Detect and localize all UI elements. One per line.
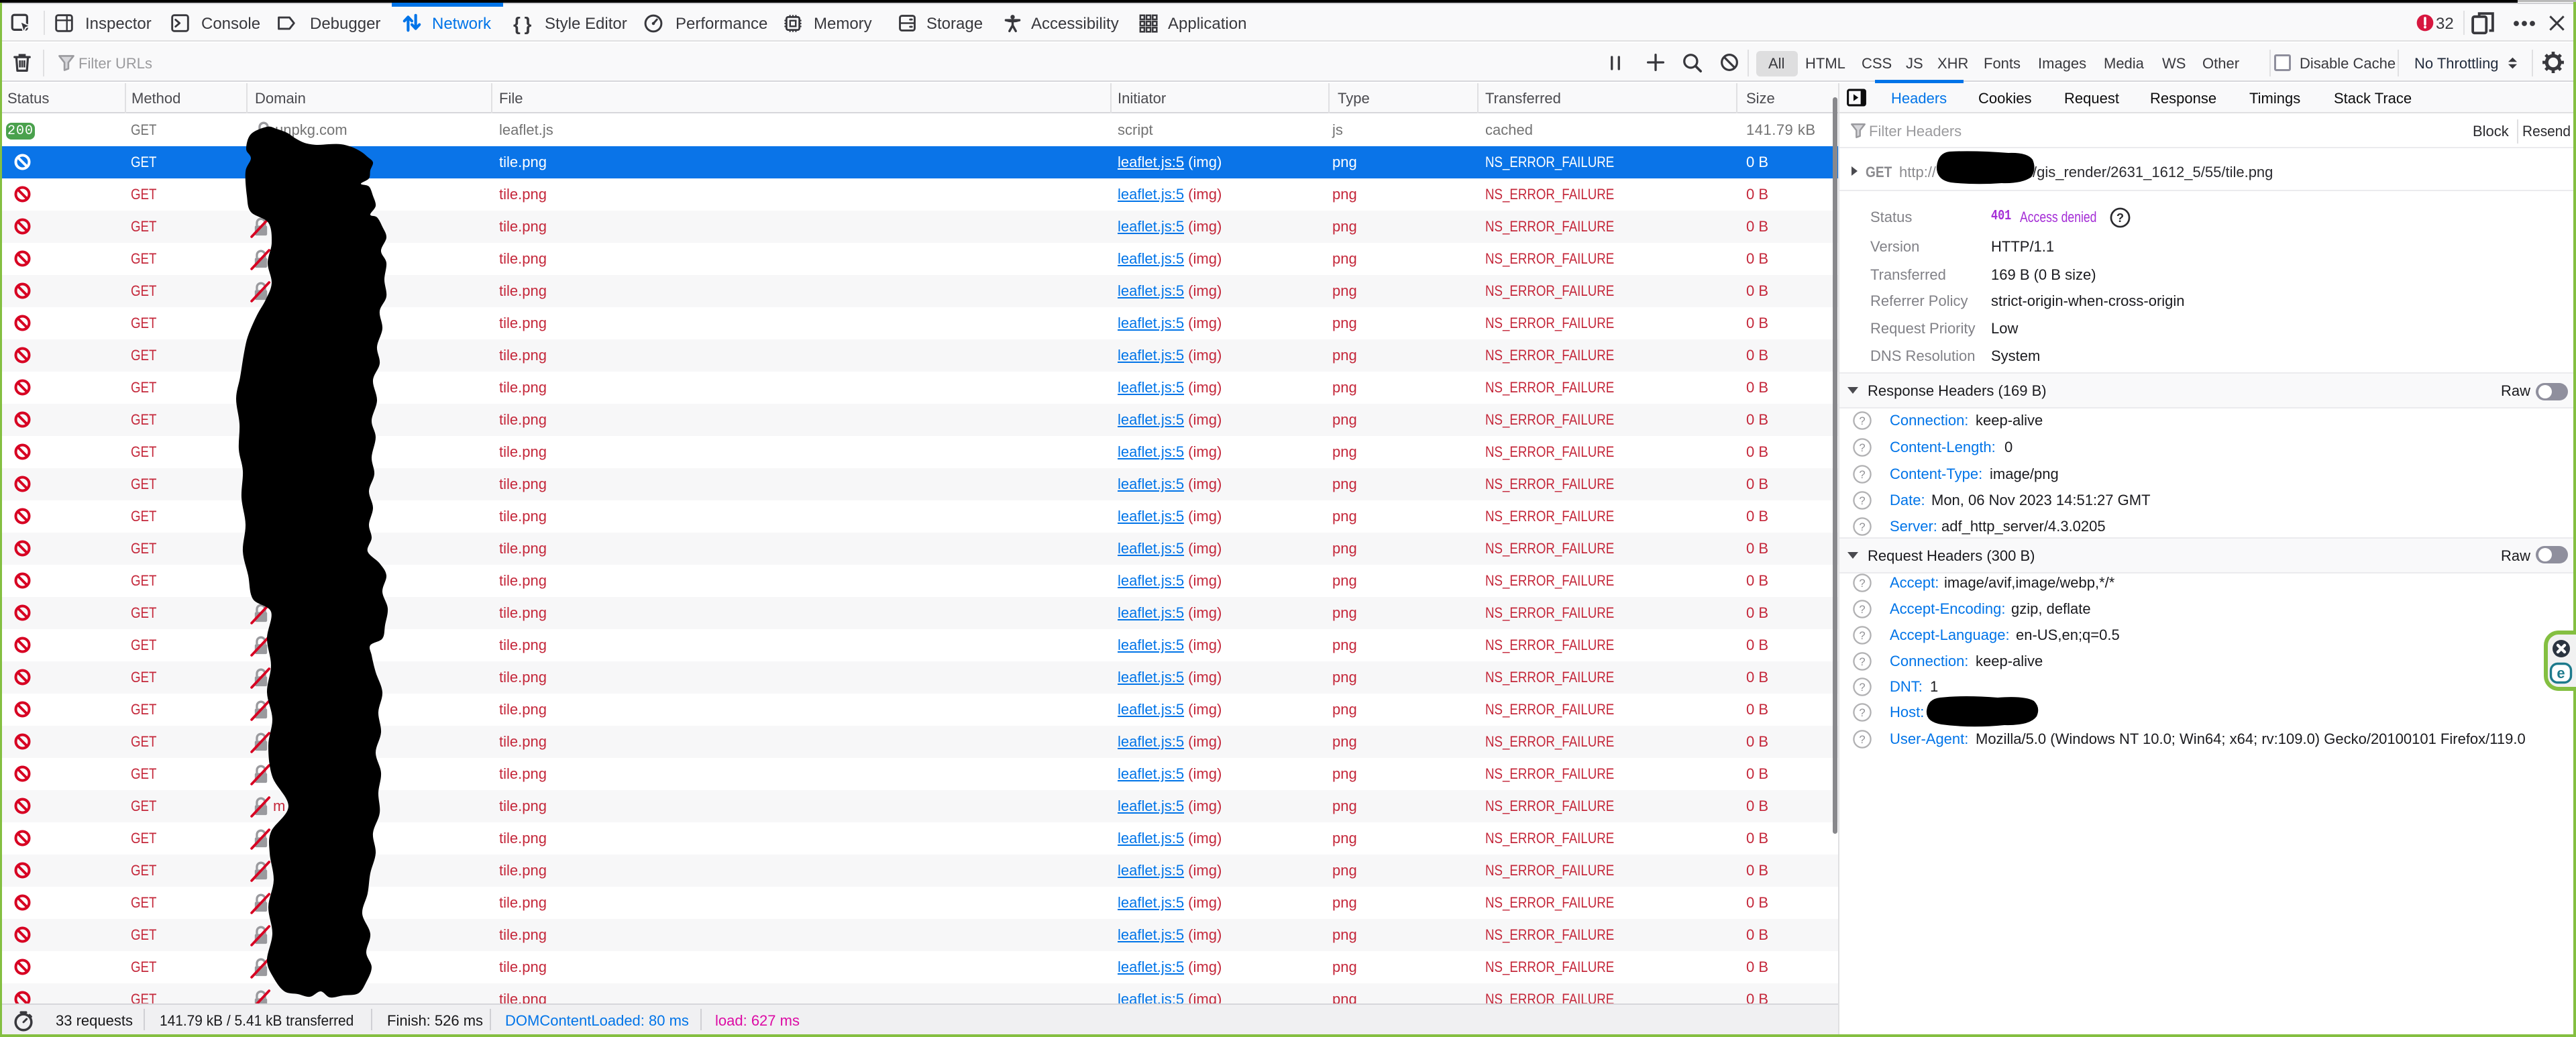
svg-text:?: ? bbox=[1859, 521, 1865, 533]
svg-text:?: ? bbox=[1859, 468, 1865, 481]
svg-text:?: ? bbox=[1859, 415, 1865, 427]
svg-text:e: e bbox=[2557, 665, 2565, 681]
svg-text:?: ? bbox=[1859, 494, 1865, 507]
svg-text:?: ? bbox=[1859, 706, 1865, 719]
svg-text:?: ? bbox=[1859, 733, 1865, 746]
svg-text:?: ? bbox=[1859, 577, 1865, 590]
svg-text:?: ? bbox=[1859, 629, 1865, 642]
svg-text:?: ? bbox=[1859, 603, 1865, 616]
svg-text:?: ? bbox=[2116, 211, 2124, 225]
svg-text:?: ? bbox=[1859, 655, 1865, 668]
svg-text:?: ? bbox=[1859, 681, 1865, 694]
svg-text:?: ? bbox=[1859, 441, 1865, 454]
